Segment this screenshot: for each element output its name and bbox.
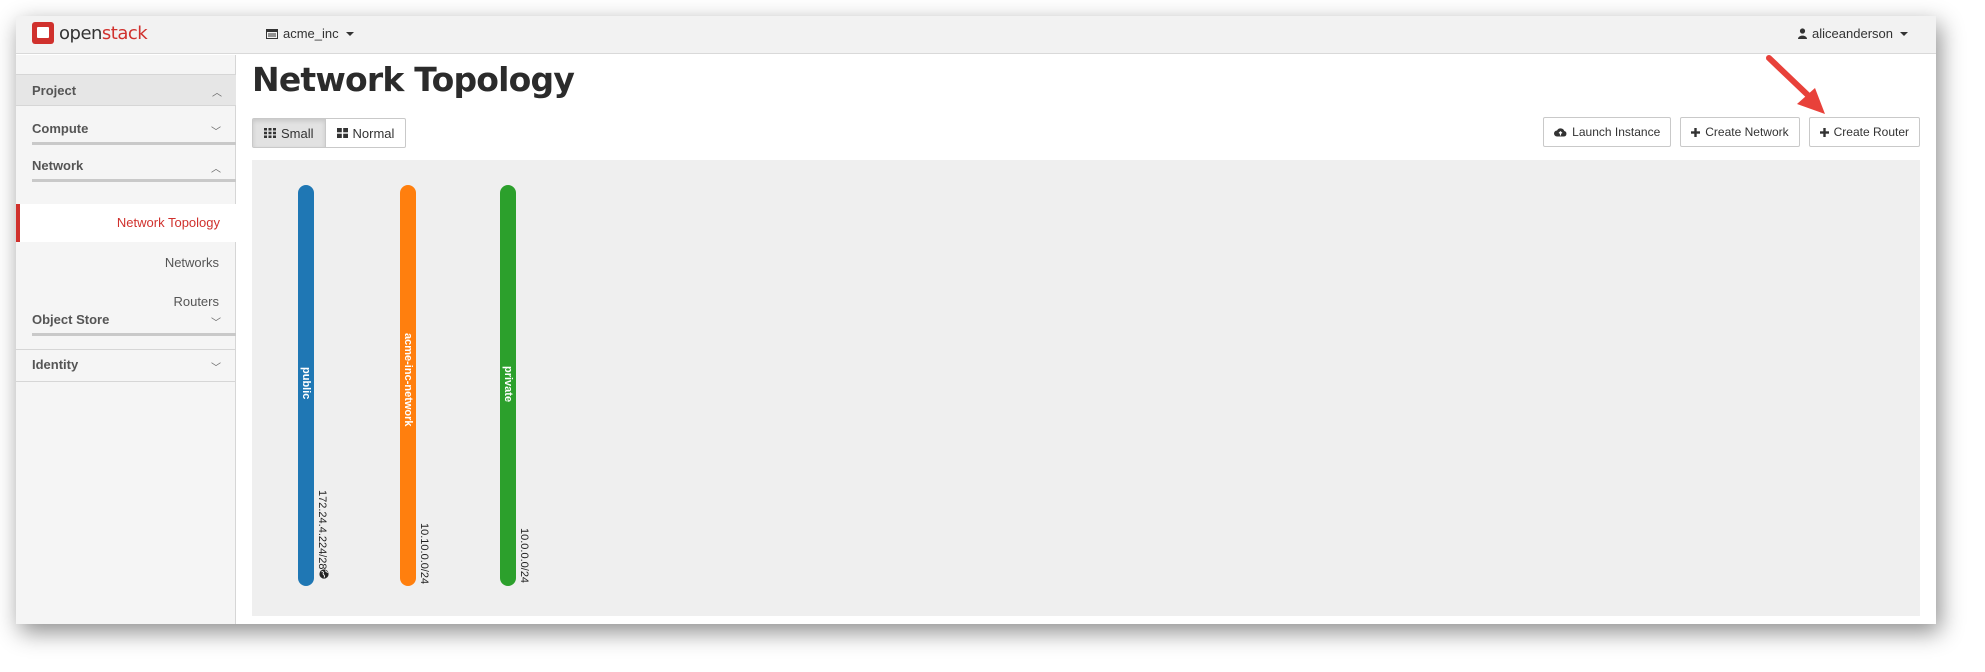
normal-view-label: Normal bbox=[352, 125, 395, 141]
chevron-down-icon: ﹀ bbox=[211, 363, 221, 374]
create-router-label: Create Router bbox=[1833, 125, 1909, 139]
openstack-logo-icon bbox=[32, 22, 54, 44]
chevron-down-icon: ﹀ bbox=[211, 127, 221, 138]
network-cidr-label: 172.24.4.224/28 bbox=[316, 490, 328, 570]
chevron-down-icon bbox=[345, 31, 354, 36]
network-cidr-label: 10.0.0.0/24 bbox=[518, 528, 530, 584]
view-size-toggle: Small Normal bbox=[252, 118, 407, 148]
logo-text-stack: stack bbox=[101, 22, 148, 44]
top-navbar: openstack acme_inc aliceanderson bbox=[16, 16, 1936, 54]
divider bbox=[32, 333, 236, 336]
cloud-upload-icon bbox=[1554, 128, 1567, 137]
sidebar-panel-compute-label: Compute bbox=[32, 121, 89, 136]
app-window: openstack acme_inc aliceanderson Project… bbox=[16, 16, 1936, 624]
sidebar-item-label: Networks bbox=[164, 255, 219, 270]
network-name-label: private bbox=[502, 366, 514, 403]
topology-canvas[interactable]: public 172.24.4.224/28 acme-inc-network … bbox=[252, 160, 1920, 616]
chevron-down-icon bbox=[1900, 31, 1908, 36]
grid-large-icon bbox=[336, 128, 348, 138]
sidebar-section-project[interactable]: Project ︿ bbox=[16, 74, 236, 106]
user-menu[interactable]: aliceanderson bbox=[1798, 26, 1908, 41]
project-picker[interactable]: acme_inc bbox=[266, 26, 354, 41]
network-name-label: public bbox=[300, 367, 312, 400]
divider bbox=[16, 349, 236, 350]
divider bbox=[32, 142, 236, 145]
sidebar-item-network-topology[interactable]: Network Topology bbox=[16, 204, 236, 242]
launch-instance-button[interactable]: Launch Instance bbox=[1543, 117, 1672, 147]
normal-view-button[interactable]: Normal bbox=[324, 118, 407, 148]
annotation-arrow-icon bbox=[1766, 55, 1825, 114]
grid-small-icon bbox=[264, 128, 276, 138]
page-title: Network Topology bbox=[252, 60, 575, 99]
sidebar-item-label: Network Topology bbox=[116, 215, 220, 230]
network-name-label: acme-inc-network bbox=[402, 333, 414, 427]
small-view-label: Small bbox=[281, 125, 314, 141]
create-network-label: Create Network bbox=[1705, 125, 1789, 139]
project-name: acme_inc bbox=[283, 26, 339, 41]
openstack-logo[interactable]: openstack bbox=[32, 22, 148, 44]
project-icon bbox=[266, 28, 278, 39]
username: aliceanderson bbox=[1812, 26, 1893, 41]
plus-icon bbox=[1819, 127, 1829, 137]
chevron-up-icon: ︿ bbox=[212, 88, 222, 99]
chevron-up-icon: ︿ bbox=[211, 164, 221, 175]
small-view-button[interactable]: Small bbox=[252, 118, 326, 148]
sidebar-panel-object-store-label: Object Store bbox=[32, 312, 110, 327]
sidebar-item-label: Routers bbox=[173, 294, 219, 309]
logo-text-open: open bbox=[59, 22, 102, 44]
chevron-down-icon: ﹀ bbox=[211, 318, 221, 329]
sidebar-section-project-label: Project bbox=[32, 83, 77, 98]
sidebar-panel-network-label: Network bbox=[32, 158, 84, 173]
sidebar: Project ︿ Compute ﹀ Network ︿ Network To… bbox=[16, 55, 236, 624]
network-bar-acme-inc-network[interactable]: acme-inc-network bbox=[400, 185, 416, 586]
network-bar-public[interactable]: public bbox=[298, 185, 314, 586]
launch-instance-label: Launch Instance bbox=[1572, 125, 1661, 139]
logo-text: openstack bbox=[59, 22, 148, 44]
divider bbox=[16, 381, 236, 382]
network-cidr-label: 10.10.0.0/24 bbox=[418, 523, 430, 585]
topology-actions: Launch Instance Create Network Create Ro… bbox=[1543, 117, 1920, 147]
plus-icon bbox=[1691, 127, 1701, 137]
user-icon bbox=[1798, 28, 1808, 39]
sidebar-section-identity-label: Identity bbox=[32, 357, 79, 372]
network-bar-private[interactable]: private bbox=[500, 185, 516, 586]
globe-icon bbox=[319, 569, 329, 579]
divider bbox=[32, 179, 236, 182]
